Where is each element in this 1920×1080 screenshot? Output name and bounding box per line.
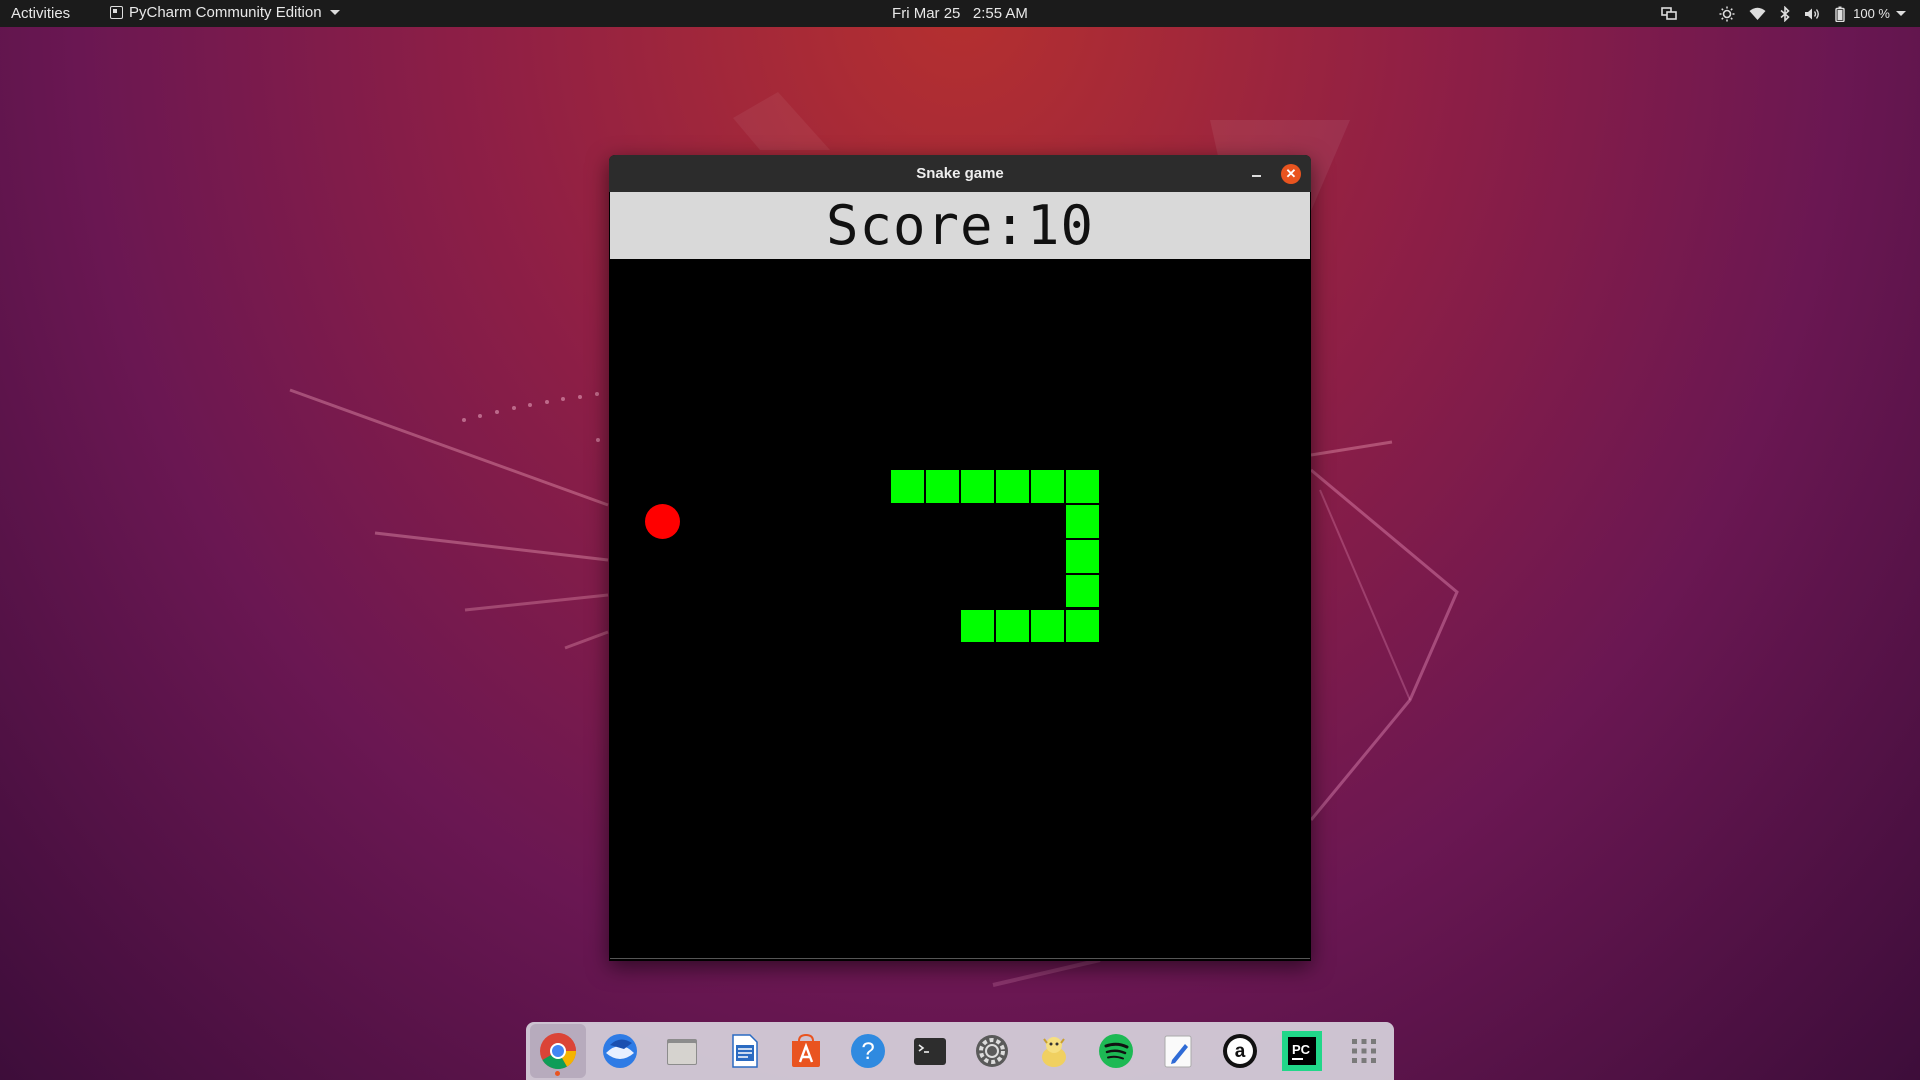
dock-item-chrome[interactable] (530, 1024, 586, 1078)
clock[interactable]: Fri Mar 25 2:55 AM (892, 5, 1028, 22)
terminal-icon (914, 1038, 946, 1065)
snake-segment (1065, 608, 1100, 644)
dock-item-software[interactable] (778, 1024, 834, 1078)
dock-item-text-editor[interactable] (1150, 1024, 1206, 1078)
settings-icon (976, 1035, 1008, 1067)
snake-segment (925, 468, 960, 504)
dock-item-spotify[interactable] (1088, 1024, 1144, 1078)
pycharm-icon: PC (1282, 1031, 1322, 1071)
svg-text:PC: PC (1292, 1042, 1311, 1057)
pet-icon (1042, 1037, 1066, 1067)
snake-segment (995, 608, 1030, 644)
dock-item-files[interactable] (654, 1024, 710, 1078)
food-apple (645, 503, 680, 539)
volume-icon[interactable] (1804, 4, 1821, 24)
snake-segment (960, 468, 995, 504)
svg-text:a: a (1235, 1041, 1246, 1062)
minimize-button[interactable] (1247, 164, 1267, 184)
snake-segment (1065, 468, 1100, 504)
snake-tail-segment (890, 468, 925, 504)
chrome-icon (540, 1033, 576, 1070)
score-bar: Score:10 (610, 192, 1310, 259)
files-icon (667, 1039, 697, 1065)
dock-item-pycharm[interactable]: PC (1274, 1024, 1330, 1078)
dock-item-thunderbird[interactable] (592, 1024, 648, 1078)
wifi-icon[interactable] (1749, 4, 1766, 24)
close-button[interactable]: ✕ (1281, 164, 1301, 184)
amazon-icon: a (1223, 1034, 1257, 1068)
dock-item-amazon[interactable]: a (1212, 1024, 1268, 1078)
window-title: Snake game (916, 165, 1004, 182)
dock: ? a PC (526, 1022, 1394, 1080)
writer-icon (732, 1034, 758, 1068)
snake-segment (995, 468, 1030, 504)
system-tray[interactable]: 100 % (1661, 3, 1906, 24)
snake-segment (1030, 468, 1065, 504)
snake-segment (1065, 503, 1100, 539)
dock-item-show-apps[interactable] (1336, 1024, 1392, 1078)
svg-text:?: ? (861, 1038, 874, 1065)
snake-segment (1065, 573, 1100, 609)
game-board[interactable] (610, 259, 1310, 959)
dock-item-settings[interactable] (964, 1024, 1020, 1078)
dock-item-terminal[interactable] (902, 1024, 958, 1078)
dock-item-pet[interactable] (1026, 1024, 1082, 1078)
dock-item-help[interactable]: ? (840, 1024, 896, 1078)
window-titlebar[interactable]: Snake game ✕ (609, 155, 1311, 192)
dock-item-writer[interactable] (716, 1024, 772, 1078)
snake-head-segment (960, 608, 995, 644)
help-icon: ? (851, 1034, 885, 1068)
chevron-down-icon (329, 10, 340, 15)
app-window-icon (110, 6, 123, 19)
snake-segment (1030, 608, 1065, 644)
brightness-icon[interactable] (1719, 4, 1735, 24)
software-icon (792, 1033, 820, 1067)
text-editor-icon (1164, 1035, 1192, 1068)
snake-game-window: Snake game ✕ Score:10 (609, 155, 1311, 961)
top-bar: Activities PyCharm Community Edition Fri… (0, 0, 1920, 27)
close-icon: ✕ (1285, 166, 1297, 181)
app-menu-label: PyCharm Community Edition (129, 4, 322, 21)
battery-icon[interactable] (1835, 4, 1845, 24)
snake-segment (1065, 538, 1100, 574)
score-label: Score:10 (825, 194, 1095, 257)
show-apps-icon (1352, 1039, 1376, 1063)
spotify-icon (1099, 1034, 1133, 1068)
app-menu[interactable]: PyCharm Community Edition (110, 4, 340, 21)
bluetooth-icon[interactable] (1780, 4, 1790, 24)
thunderbird-icon (603, 1034, 637, 1068)
power-menu-caret-icon[interactable] (1896, 11, 1906, 16)
screen-share-icon[interactable] (1661, 4, 1677, 24)
battery-percent: 100 % (1853, 6, 1890, 21)
activities-button[interactable]: Activities (11, 5, 70, 22)
